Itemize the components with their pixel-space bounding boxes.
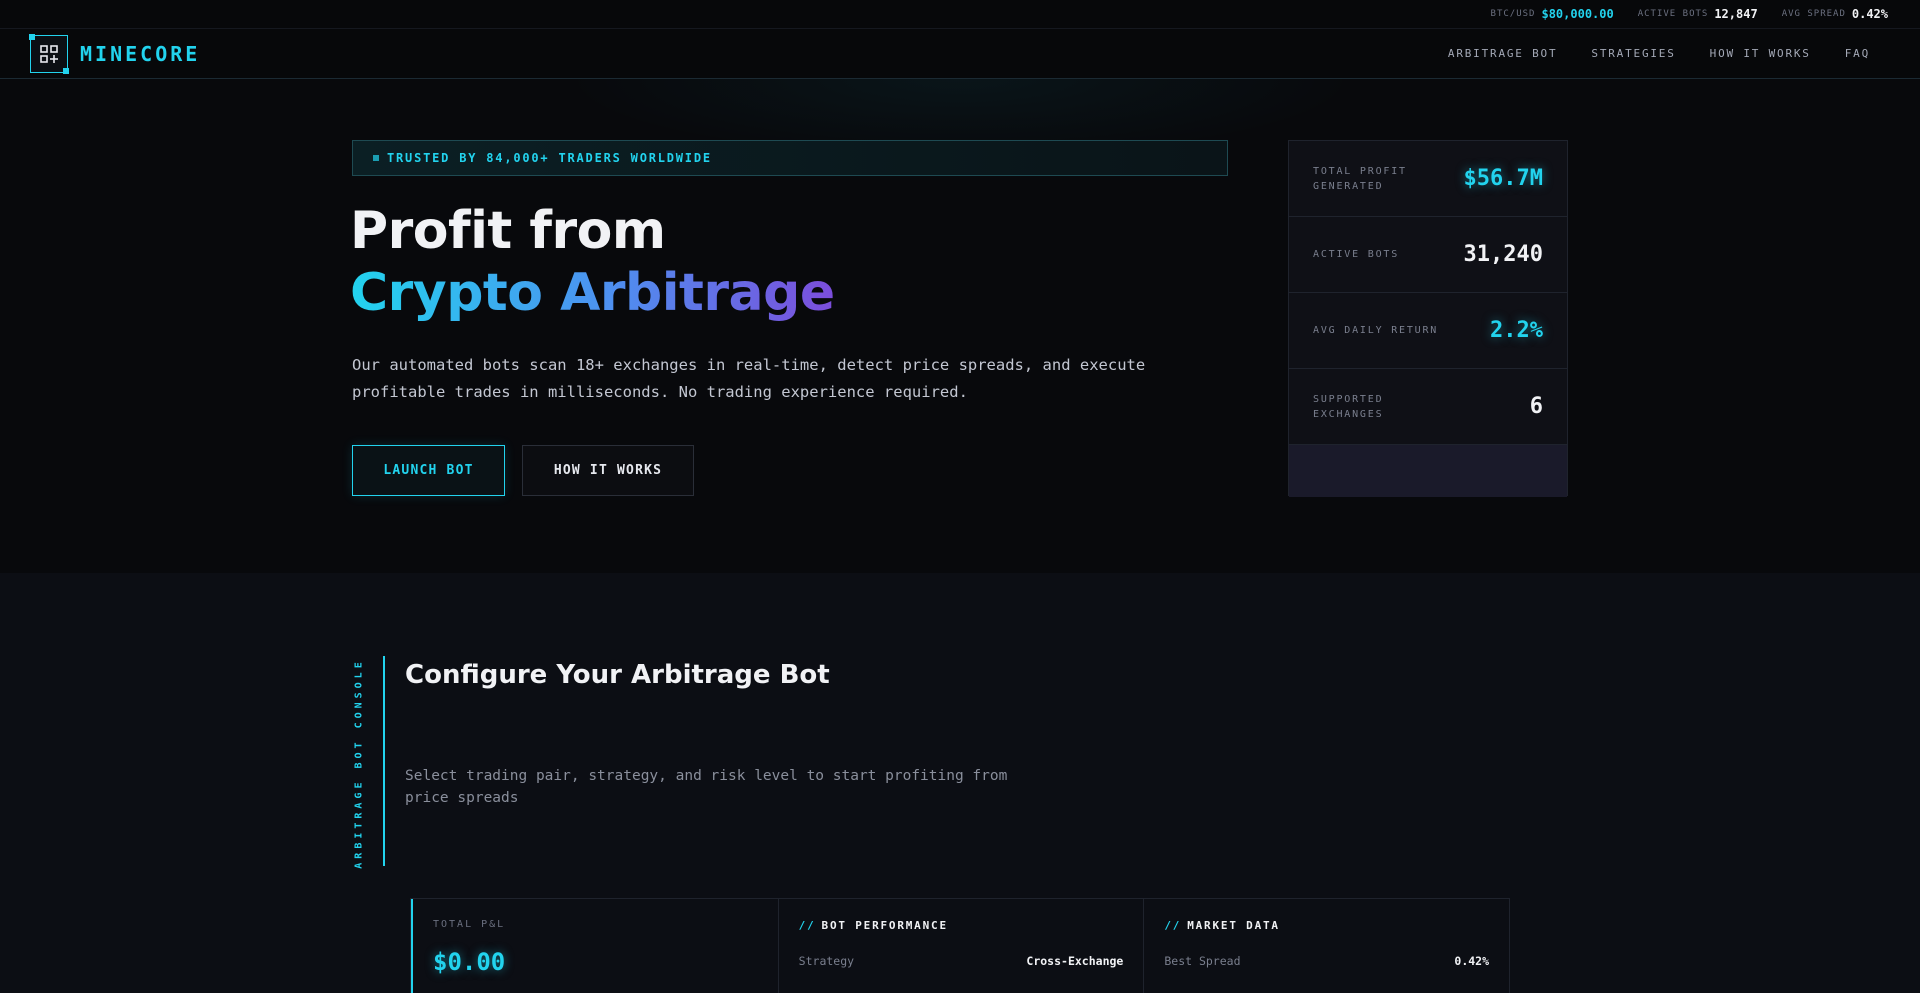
stats-footer xyxy=(1289,445,1567,497)
stat-label: ACTIVE BOTS xyxy=(1313,249,1400,260)
brand-name: MINECORE xyxy=(80,41,201,66)
ticker-value: 0.42% xyxy=(1851,7,1888,21)
ticker-active-bots: ACTIVE BOTS 12,847 xyxy=(1638,7,1758,21)
best-spread-row: Best Spread 0.42% xyxy=(1164,954,1489,968)
stats-panel: TOTAL PROFIT GENERATED $56.7M ACTIVE BOT… xyxy=(1288,140,1568,497)
pnl-value: $0.00 xyxy=(433,948,506,976)
market-data-heading: // MARKET DATA xyxy=(1164,919,1489,932)
launch-bot-button[interactable]: LAUNCH BOT xyxy=(352,445,505,496)
strategy-row: Strategy Cross-Exchange xyxy=(799,954,1124,968)
stat-value: 31,240 xyxy=(1463,242,1543,267)
badge-dot-icon xyxy=(373,155,379,161)
ticker-value: 12,847 xyxy=(1714,7,1758,21)
config-subtitle: Select trading pair, strategy, and risk … xyxy=(405,768,1008,806)
best-spread-key: Best Spread xyxy=(1164,954,1241,968)
console-accent-line xyxy=(383,656,385,866)
market-data-card: // MARKET DATA Best Spread 0.42% xyxy=(1144,899,1509,993)
stat-value: 6 xyxy=(1529,394,1543,419)
console-side-label: ARBITRAGE BOT CONSOLE xyxy=(352,658,366,868)
ticker-label: ACTIVE BOTS xyxy=(1637,9,1709,19)
ticker-label: BTC/USD xyxy=(1490,9,1536,19)
hero-title-line2: Crypto Arbitrage xyxy=(350,263,835,323)
ticker-btc: BTC/USD $80,000.00 xyxy=(1491,7,1614,21)
ticker-label: AVG SPREAD xyxy=(1781,9,1846,19)
stat-value: $56.7M xyxy=(1463,166,1543,191)
console-side-label-text: ARBITRAGE BOT CONSOLE xyxy=(353,657,365,869)
grid-plus-icon xyxy=(29,33,69,74)
nav-link-arbitrage-bot[interactable]: ARBITRAGE BOT xyxy=(1448,47,1558,60)
how-it-works-button[interactable]: HOW IT WORKS xyxy=(522,445,694,496)
stat-row: TOTAL PROFIT GENERATED $56.7M xyxy=(1289,141,1567,217)
badge-text: TRUSTED BY 84,000+ TRADERS WORLDWIDE xyxy=(387,151,712,165)
heading-text: BOT PERFORMANCE xyxy=(821,919,948,932)
best-spread-value: 0.42% xyxy=(1454,954,1490,968)
stat-row: AVG DAILY RETURN 2.2% xyxy=(1289,293,1567,369)
stat-label: SUPPORTED EXCHANGES xyxy=(1313,393,1384,420)
nav-link-how-it-works[interactable]: HOW IT WORKS xyxy=(1710,47,1811,60)
bot-dashboard: TOTAL P&L $0.00 // BOT PERFORMANCE Strate… xyxy=(410,898,1510,993)
nav-links: ARBITRAGE BOT STRATEGIES HOW IT WORKS FA… xyxy=(1448,47,1890,60)
hero-title: Profit from Crypto Arbitrage xyxy=(350,200,835,324)
heading-slash: // xyxy=(1164,919,1182,932)
trust-badge: TRUSTED BY 84,000+ TRADERS WORLDWIDE xyxy=(352,140,1228,176)
bot-performance-heading: // BOT PERFORMANCE xyxy=(799,919,1124,932)
stat-label: TOTAL PROFIT GENERATED xyxy=(1313,165,1407,192)
hero-description: Our automated bots scan 18+ exchanges in… xyxy=(352,356,1146,401)
strategy-value: Cross-Exchange xyxy=(1026,954,1124,968)
bot-performance-card: // BOT PERFORMANCE Strategy Cross-Exchang… xyxy=(779,899,1145,993)
strategy-key: Strategy xyxy=(798,954,855,968)
stat-row: ACTIVE BOTS 31,240 xyxy=(1289,217,1567,293)
stat-value: 2.2% xyxy=(1490,318,1543,343)
stat-label: AVG DAILY RETURN xyxy=(1313,325,1439,336)
top-nav: MINECORE ARBITRAGE BOT STRATEGIES HOW IT… xyxy=(0,29,1920,79)
config-title: Configure Your Arbitrage Bot xyxy=(405,660,830,690)
heading-slash: // xyxy=(798,919,816,932)
pnl-card: TOTAL P&L $0.00 xyxy=(411,899,779,993)
ticker-value: $80,000.00 xyxy=(1541,7,1614,21)
ticker-avg-spread: AVG SPREAD 0.42% xyxy=(1782,7,1888,21)
nav-link-strategies[interactable]: STRATEGIES xyxy=(1591,47,1675,60)
pnl-label: TOTAL P&L xyxy=(433,919,506,930)
hero-title-line1: Profit from xyxy=(350,201,666,261)
brand-link[interactable]: MINECORE xyxy=(29,33,201,74)
ticker-bar: BTC/USD $80,000.00 ACTIVE BOTS 12,847 AV… xyxy=(0,0,1920,29)
nav-link-faq[interactable]: FAQ xyxy=(1845,47,1870,60)
stat-row: SUPPORTED EXCHANGES 6 xyxy=(1289,369,1567,445)
heading-text: MARKET DATA xyxy=(1187,919,1280,932)
